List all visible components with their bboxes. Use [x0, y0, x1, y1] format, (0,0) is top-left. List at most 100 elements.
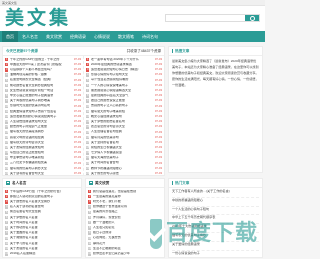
item-title[interactable]: 适合发说说的短句心情日志（精选） — [91, 68, 154, 72]
list-item[interactable]: 8 关于成功的名人名言 — [5, 225, 79, 230]
item-title[interactable]: 关于成功的名人名言 — [10, 226, 79, 230]
item-title[interactable]: 伤感的句子让人心痛的句子 — [91, 104, 154, 108]
list-item[interactable]: 12 适合发朋友圈的心情说说经典句子 07-03 — [5, 114, 81, 119]
list-item[interactable]: 18 简短的生日祝福语大全 07-03 — [86, 145, 162, 150]
list-item[interactable]: 13 2019名人名言精选 — [5, 251, 79, 256]
list-item[interactable]: 11 经典爱情语录短句子伤感个性签名 07-03 — [5, 109, 81, 114]
list-item[interactable]: 17 关于坚持的名言名句 07-03 — [86, 140, 162, 145]
nav-item-essays[interactable]: 美文欣赏 — [42, 31, 66, 42]
item-title[interactable]: 鲁迅名言名句大全经典 — [10, 210, 79, 214]
list-item[interactable]: 20 毕业季伤感句子唯美简短 07-03 — [5, 156, 81, 161]
item-title[interactable]: 关于友情的经典语录短句 — [10, 146, 73, 150]
list-item[interactable]: 16 描写月亮的优美诗句 07-03 — [86, 135, 162, 140]
list-item[interactable]: 23 关于读书的名言警句大全 07-03 — [5, 171, 81, 175]
item-title[interactable]: 三八妇女节祝福语简短优美 — [10, 161, 73, 165]
list-item[interactable]: 7 关于时间的名人名言 — [5, 220, 79, 225]
list-item[interactable]: 21 三八妇女节祝福语简短优美 07-03 — [5, 161, 81, 166]
list-item[interactable]: 4 油梯再现完美的价格 - 油梯 07-03 — [5, 73, 81, 78]
nav-item-poetry[interactable]: 诗词名句 — [138, 31, 162, 42]
item-title[interactable]: 关于时间的名言警句 — [91, 161, 154, 165]
list-item[interactable]: 3 时光不老，我们不散 — [88, 199, 162, 204]
item-title[interactable]: 晚安心语经典语录短句 — [91, 115, 154, 119]
item-title[interactable]: 最新经典的qq签名大全霸气 — [91, 94, 154, 98]
item-title[interactable]: 老一辈中有句话 2020年下个月什么 — [91, 58, 154, 62]
item-title[interactable]: 关于友谊的名人名言 — [10, 247, 79, 251]
list-item[interactable]: 9 关于青春的优美句子摘抄唯美 07-03 — [5, 99, 81, 104]
item-title[interactable]: 表达思念的诗句古诗大全 — [91, 125, 154, 129]
list-item[interactable]: 5 鲁迅名言名句大全经典 — [5, 210, 79, 215]
item-title[interactable]: 油梯再现完美的价格 - 油梯 — [10, 73, 73, 77]
list-item[interactable]: 10 关于诚信的名人名言 — [5, 236, 79, 241]
item-title[interactable]: 写给自己的话正能量短句 — [10, 151, 73, 155]
item-title[interactable]: 描写夏天的句子唯美简短 — [91, 110, 154, 114]
list-item[interactable]: 12 晚安心语经典语录短句 07-03 — [86, 114, 162, 119]
list-item[interactable]: 18 关于友情的经典语录短句 07-03 — [5, 145, 81, 150]
list-item[interactable]: 3 以后那那个人都不再会出现吗？ 07-03 — [5, 67, 81, 72]
list-item[interactable]: 8 早安心语正能量的句子经典语录 07-03 — [5, 93, 81, 98]
item-title[interactable]: 教师节祝福语简短暖心 — [91, 167, 154, 171]
item-title[interactable]: 感恩父母的话语简短经典 — [10, 136, 73, 140]
list-item[interactable]: 6 一个人的心情说说唯美句子 07-03 — [86, 83, 162, 88]
list-item[interactable]: 13 人生感悟经典语录短句大全 07-03 — [5, 119, 81, 124]
list-item[interactable]: 10 伤感的句子让人心痛的句子 07-03 — [86, 104, 162, 109]
item-title[interactable]: 致自己的励志说说正能量 — [91, 99, 154, 103]
search-button[interactable] — [245, 15, 259, 21]
item-title[interactable]: 愿你被这个世界温柔以待 — [93, 205, 162, 209]
item-title[interactable]: 一生最美的遇见是你 — [93, 195, 162, 199]
list-item[interactable]: 10 形容时光流逝的优美诗句名句 07-03 — [5, 104, 81, 109]
item-title[interactable]: 那些让人感动到流泪的名言句子 — [10, 195, 79, 199]
list-item[interactable]: 12 关于友谊的名人名言 — [5, 246, 79, 251]
list-item[interactable]: 17 描写秋天的诗句古诗大全 07-03 — [5, 140, 81, 145]
item-title[interactable]: 关于读书的名言警句大全 — [10, 172, 73, 175]
list-item[interactable]: 15 人生哲理名言名句经典 07-03 — [86, 130, 162, 135]
item-title[interactable]: 关于成长的句子感悟 — [91, 172, 154, 175]
item-title[interactable]: 关于青春的优美句子摘抄唯美 — [10, 99, 73, 103]
list-item[interactable]: 4 愿你被这个世界温柔以待 — [88, 205, 162, 210]
list-item[interactable]: 2 那些让人感动到流泪的名言句子 — [5, 194, 79, 199]
list-item[interactable]: 5 名言警句摘抄大全精选（经典） 07-03 — [5, 78, 81, 83]
item-title[interactable]: 形容时光流逝的优美诗句名句 — [10, 104, 73, 108]
nav-item-famous-quotes[interactable]: 名人名言 — [18, 31, 42, 42]
list-item[interactable]: 1 十年之约的GSP行会成立 - 十年之约 07-03 — [5, 57, 81, 62]
list-item[interactable]: 19 七夕情人节祝福语浪漫 07-03 — [86, 150, 162, 155]
list-item[interactable]: 23 关于成长的句子感悟 07-03 — [86, 171, 162, 175]
list-item[interactable]: 4 名人关于读书的名言警句 — [5, 205, 79, 210]
item-title[interactable]: 中国最大的IPO来了这次是专门的股权 — [10, 63, 73, 67]
item-title[interactable]: 描写春天的优美段落摘抄 — [10, 130, 73, 134]
item-title[interactable]: 描写秋天的诗句古诗大全 — [10, 141, 73, 145]
list-item[interactable]: 1 老一辈中有句话 2020年下个月什么 07-03 — [86, 57, 162, 62]
item-title[interactable]: 简短的生日祝福语大全 — [91, 146, 154, 150]
list-item[interactable]: 16 感恩父母的话语简短经典 07-03 — [5, 135, 81, 140]
list-item[interactable]: 1 我们总是在遇见，也总是在告别 — [88, 189, 162, 194]
list-item[interactable]: 11 描写夏天的句子唯美简短 07-03 — [86, 109, 162, 114]
item-title[interactable]: 描写大海的优美句子 — [91, 156, 154, 160]
item-title[interactable]: 2020年最经典的伤感语录精选 — [91, 63, 154, 67]
list-item[interactable]: 8 最新经典的qq签名大全霸气 07-03 — [86, 93, 162, 98]
item-title[interactable]: 七夕情人节祝福语浪漫 — [91, 151, 154, 155]
item-title[interactable]: 毕业季伤感句子唯美简短 — [10, 156, 73, 160]
list-item[interactable]: 4 形容心情的好句子短句大全 07-03 — [86, 73, 162, 78]
list-item[interactable]: 14 表达思念的诗句古诗大全 07-03 — [86, 124, 162, 129]
list-item[interactable]: 2 中国最大的IPO来了这次是专门的股权 07-03 — [5, 62, 81, 67]
item-title[interactable]: 2019名人名言精选 — [10, 252, 79, 256]
item-title[interactable]: 适合发朋友圈的心情说说经典句子 — [10, 115, 73, 119]
list-item[interactable]: 2 一生最美的遇见是你 — [88, 194, 162, 199]
item-title[interactable]: 人生感悟经典语录短句大全 — [10, 120, 73, 124]
item-title[interactable]: 早安心语正能量的句子经典语录 — [10, 94, 73, 98]
list-item[interactable]: 6 关于梦想的名人名言 — [5, 215, 79, 220]
list-item[interactable]: 9 关于爱国的名人名言 — [5, 231, 79, 236]
list-item[interactable]: 1 十年后的GSP行会（十年之约的行会） — [5, 189, 79, 194]
search-input[interactable] — [166, 15, 244, 21]
item-title[interactable]: 关于爱国的名人名言 — [10, 231, 79, 235]
item-title[interactable]: 十年后的GSP行会（十年之约的行会） — [10, 190, 79, 194]
hot-article-link[interactable]: 天下工作者有人所言的…(关于工作的名言) — [172, 189, 259, 198]
item-title[interactable]: 关于时间的名人名言 — [10, 221, 79, 225]
list-item[interactable]: 20 描写大海的优美句子 07-03 — [86, 156, 162, 161]
list-item[interactable]: 19 写给自己的话正能量短句 07-03 — [5, 150, 81, 155]
list-item[interactable]: 21 关于时间的名言警句 07-03 — [86, 161, 162, 166]
item-title[interactable]: 关于励志的名人名言大全摘抄 — [10, 200, 79, 204]
item-title[interactable]: 关于梦想的名人名言 — [10, 216, 79, 220]
item-title[interactable]: 描写雨的优美句子摘抄大全 — [10, 167, 73, 171]
hot-article-link[interactable]: 中秋的祝福语简短暖心 — [172, 198, 259, 207]
site-logo[interactable]: 美文集 — [5, 9, 71, 28]
